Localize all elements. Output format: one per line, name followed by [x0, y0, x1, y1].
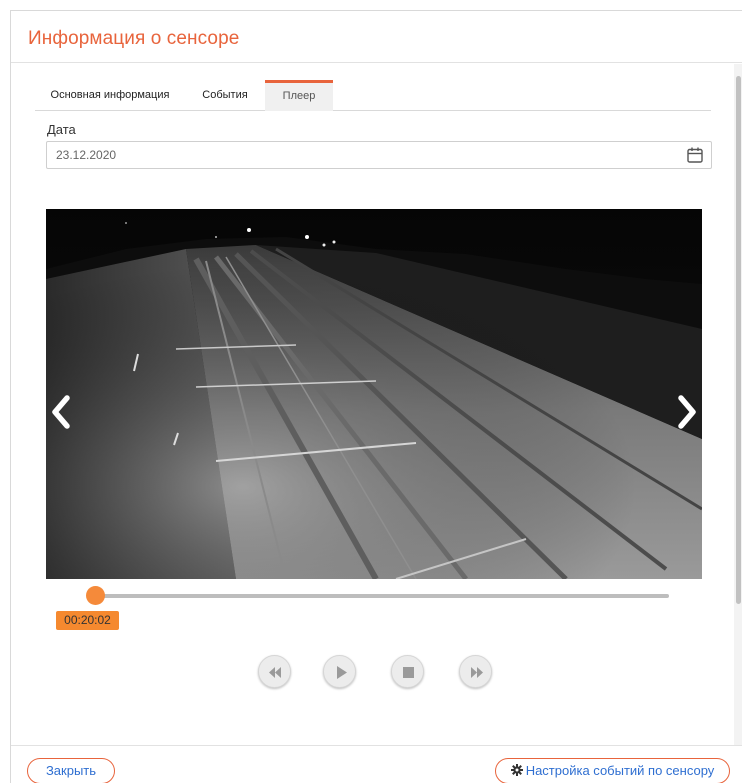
date-value: 23.12.2020: [56, 148, 117, 162]
play-icon: [337, 666, 347, 679]
progress-knob[interactable]: [85, 586, 105, 605]
camera-image: [46, 209, 702, 579]
chevron-right-icon: [678, 395, 696, 429]
tab-main-info[interactable]: Основная информация: [35, 80, 185, 111]
settings-button-label: Настройка событий по сенсору: [525, 763, 715, 778]
close-button[interactable]: Закрыть: [27, 758, 115, 783]
player-controls: [258, 655, 508, 689]
calendar-icon[interactable]: [686, 146, 704, 164]
previous-frame-button[interactable]: [50, 394, 72, 430]
stop-icon: [403, 667, 414, 678]
rewind-icon: [269, 667, 281, 678]
fast-forward-button[interactable]: [459, 655, 492, 688]
vertical-scrollbar[interactable]: [734, 64, 742, 745]
video-frame: [46, 209, 702, 579]
chevron-left-icon: [52, 395, 70, 429]
rewind-button[interactable]: [258, 655, 291, 688]
dialog-header: Информация о сенсоре: [11, 11, 742, 63]
next-frame-button[interactable]: [676, 394, 698, 430]
date-field[interactable]: 23.12.2020: [46, 141, 712, 169]
dialog-body: Основная информация События Плеер Дата 2…: [11, 64, 742, 745]
scrollbar-thumb[interactable]: [736, 76, 741, 604]
date-label: Дата: [47, 122, 76, 137]
dialog-footer: Закрыть Настройка событий по сенсору: [11, 745, 742, 783]
dialog-title: Информация о сенсоре: [28, 28, 240, 49]
tab-events[interactable]: События: [185, 80, 265, 111]
gear-icon: [510, 764, 523, 776]
sensor-event-settings-button[interactable]: Настройка событий по сенсору: [495, 758, 730, 783]
playback-slider[interactable]: [85, 586, 669, 605]
current-time-badge: 00:20:02: [56, 611, 119, 630]
tab-bar: Основная информация События Плеер: [35, 80, 711, 111]
sensor-info-dialog: Информация о сенсоре Основная информация…: [10, 10, 742, 783]
fast-forward-icon: [471, 667, 483, 678]
tab-player[interactable]: Плеер: [265, 80, 333, 111]
play-button[interactable]: [323, 655, 356, 688]
stop-button[interactable]: [391, 655, 424, 688]
